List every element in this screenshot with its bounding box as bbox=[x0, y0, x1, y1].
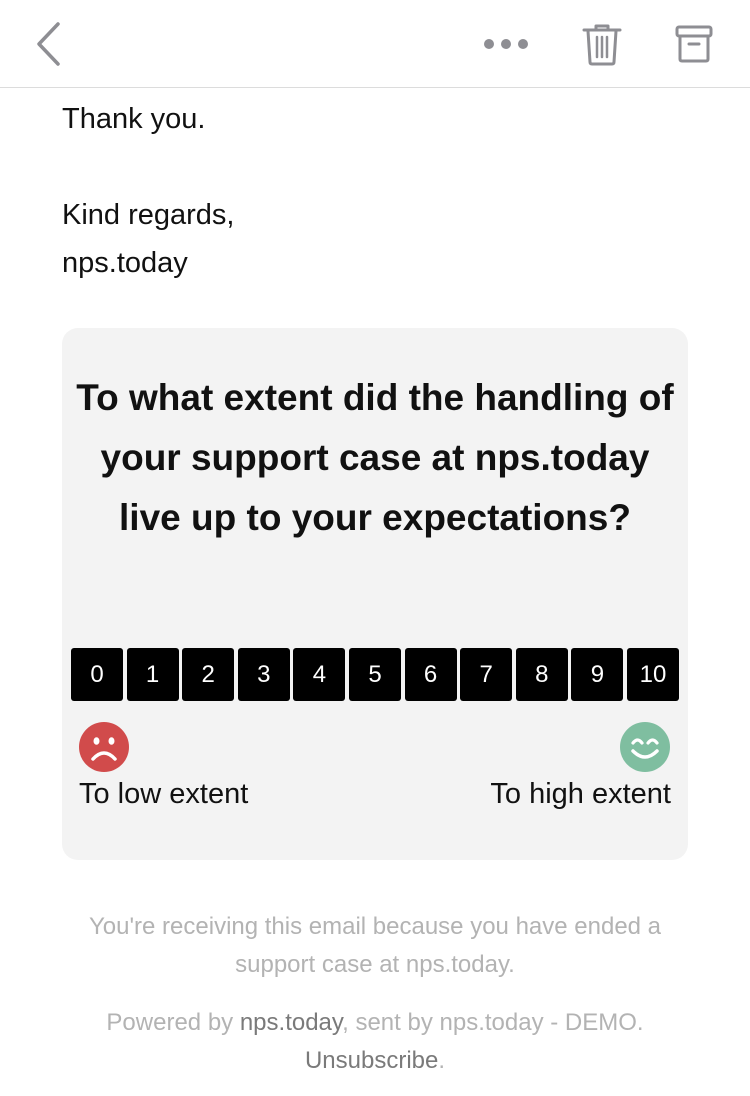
rating-button-7[interactable]: 7 bbox=[460, 648, 513, 701]
trash-icon bbox=[582, 24, 622, 66]
rating-button-4[interactable]: 4 bbox=[293, 648, 346, 701]
unsubscribe-link[interactable]: Unsubscribe bbox=[305, 1047, 438, 1074]
top-toolbar bbox=[0, 0, 750, 88]
rating-button-5[interactable]: 5 bbox=[349, 648, 401, 701]
closing-text: Kind regards, bbox=[62, 199, 235, 231]
happy-face-icon bbox=[620, 722, 670, 772]
more-icon bbox=[484, 39, 528, 49]
back-button[interactable] bbox=[26, 18, 70, 70]
rating-button-1[interactable]: 1 bbox=[126, 648, 179, 701]
high-extent-label: To high extent bbox=[490, 778, 671, 810]
powered-by-suffix: , sent by nps.today - DEMO. bbox=[342, 1009, 644, 1036]
more-button[interactable] bbox=[478, 26, 534, 62]
powered-by-prefix: Powered by bbox=[106, 1009, 240, 1036]
rating-button-2[interactable]: 2 bbox=[182, 648, 235, 701]
powered-by-link[interactable]: nps.today bbox=[240, 1009, 342, 1036]
rating-button-9[interactable]: 9 bbox=[571, 648, 624, 701]
sad-face-icon bbox=[79, 722, 129, 772]
rating-button-6[interactable]: 6 bbox=[404, 648, 457, 701]
unsubscribe-suffix: . bbox=[438, 1047, 446, 1074]
footer-powered-by: Powered by nps.today, sent by nps.today … bbox=[50, 1004, 700, 1080]
archive-icon bbox=[675, 25, 713, 63]
survey-card: To what extent did the handling of your … bbox=[62, 328, 688, 860]
rating-button-0[interactable]: 0 bbox=[71, 648, 123, 701]
rating-scale: 0 1 2 3 4 5 6 7 8 9 10 bbox=[71, 648, 679, 701]
archive-button[interactable] bbox=[668, 18, 720, 70]
footer-notice: You're receiving this email because you … bbox=[88, 913, 662, 978]
rating-button-8[interactable]: 8 bbox=[515, 648, 568, 701]
low-extent-label: To low extent bbox=[79, 778, 249, 810]
thank-you-text: Thank you. bbox=[62, 103, 206, 135]
survey-question: To what extent did the handling of your … bbox=[76, 377, 674, 538]
back-chevron-icon bbox=[37, 22, 60, 66]
rating-button-3[interactable]: 3 bbox=[237, 648, 290, 701]
rating-button-10[interactable]: 10 bbox=[627, 648, 679, 701]
delete-button[interactable] bbox=[576, 18, 628, 70]
sender-name-text: nps.today bbox=[62, 247, 188, 279]
